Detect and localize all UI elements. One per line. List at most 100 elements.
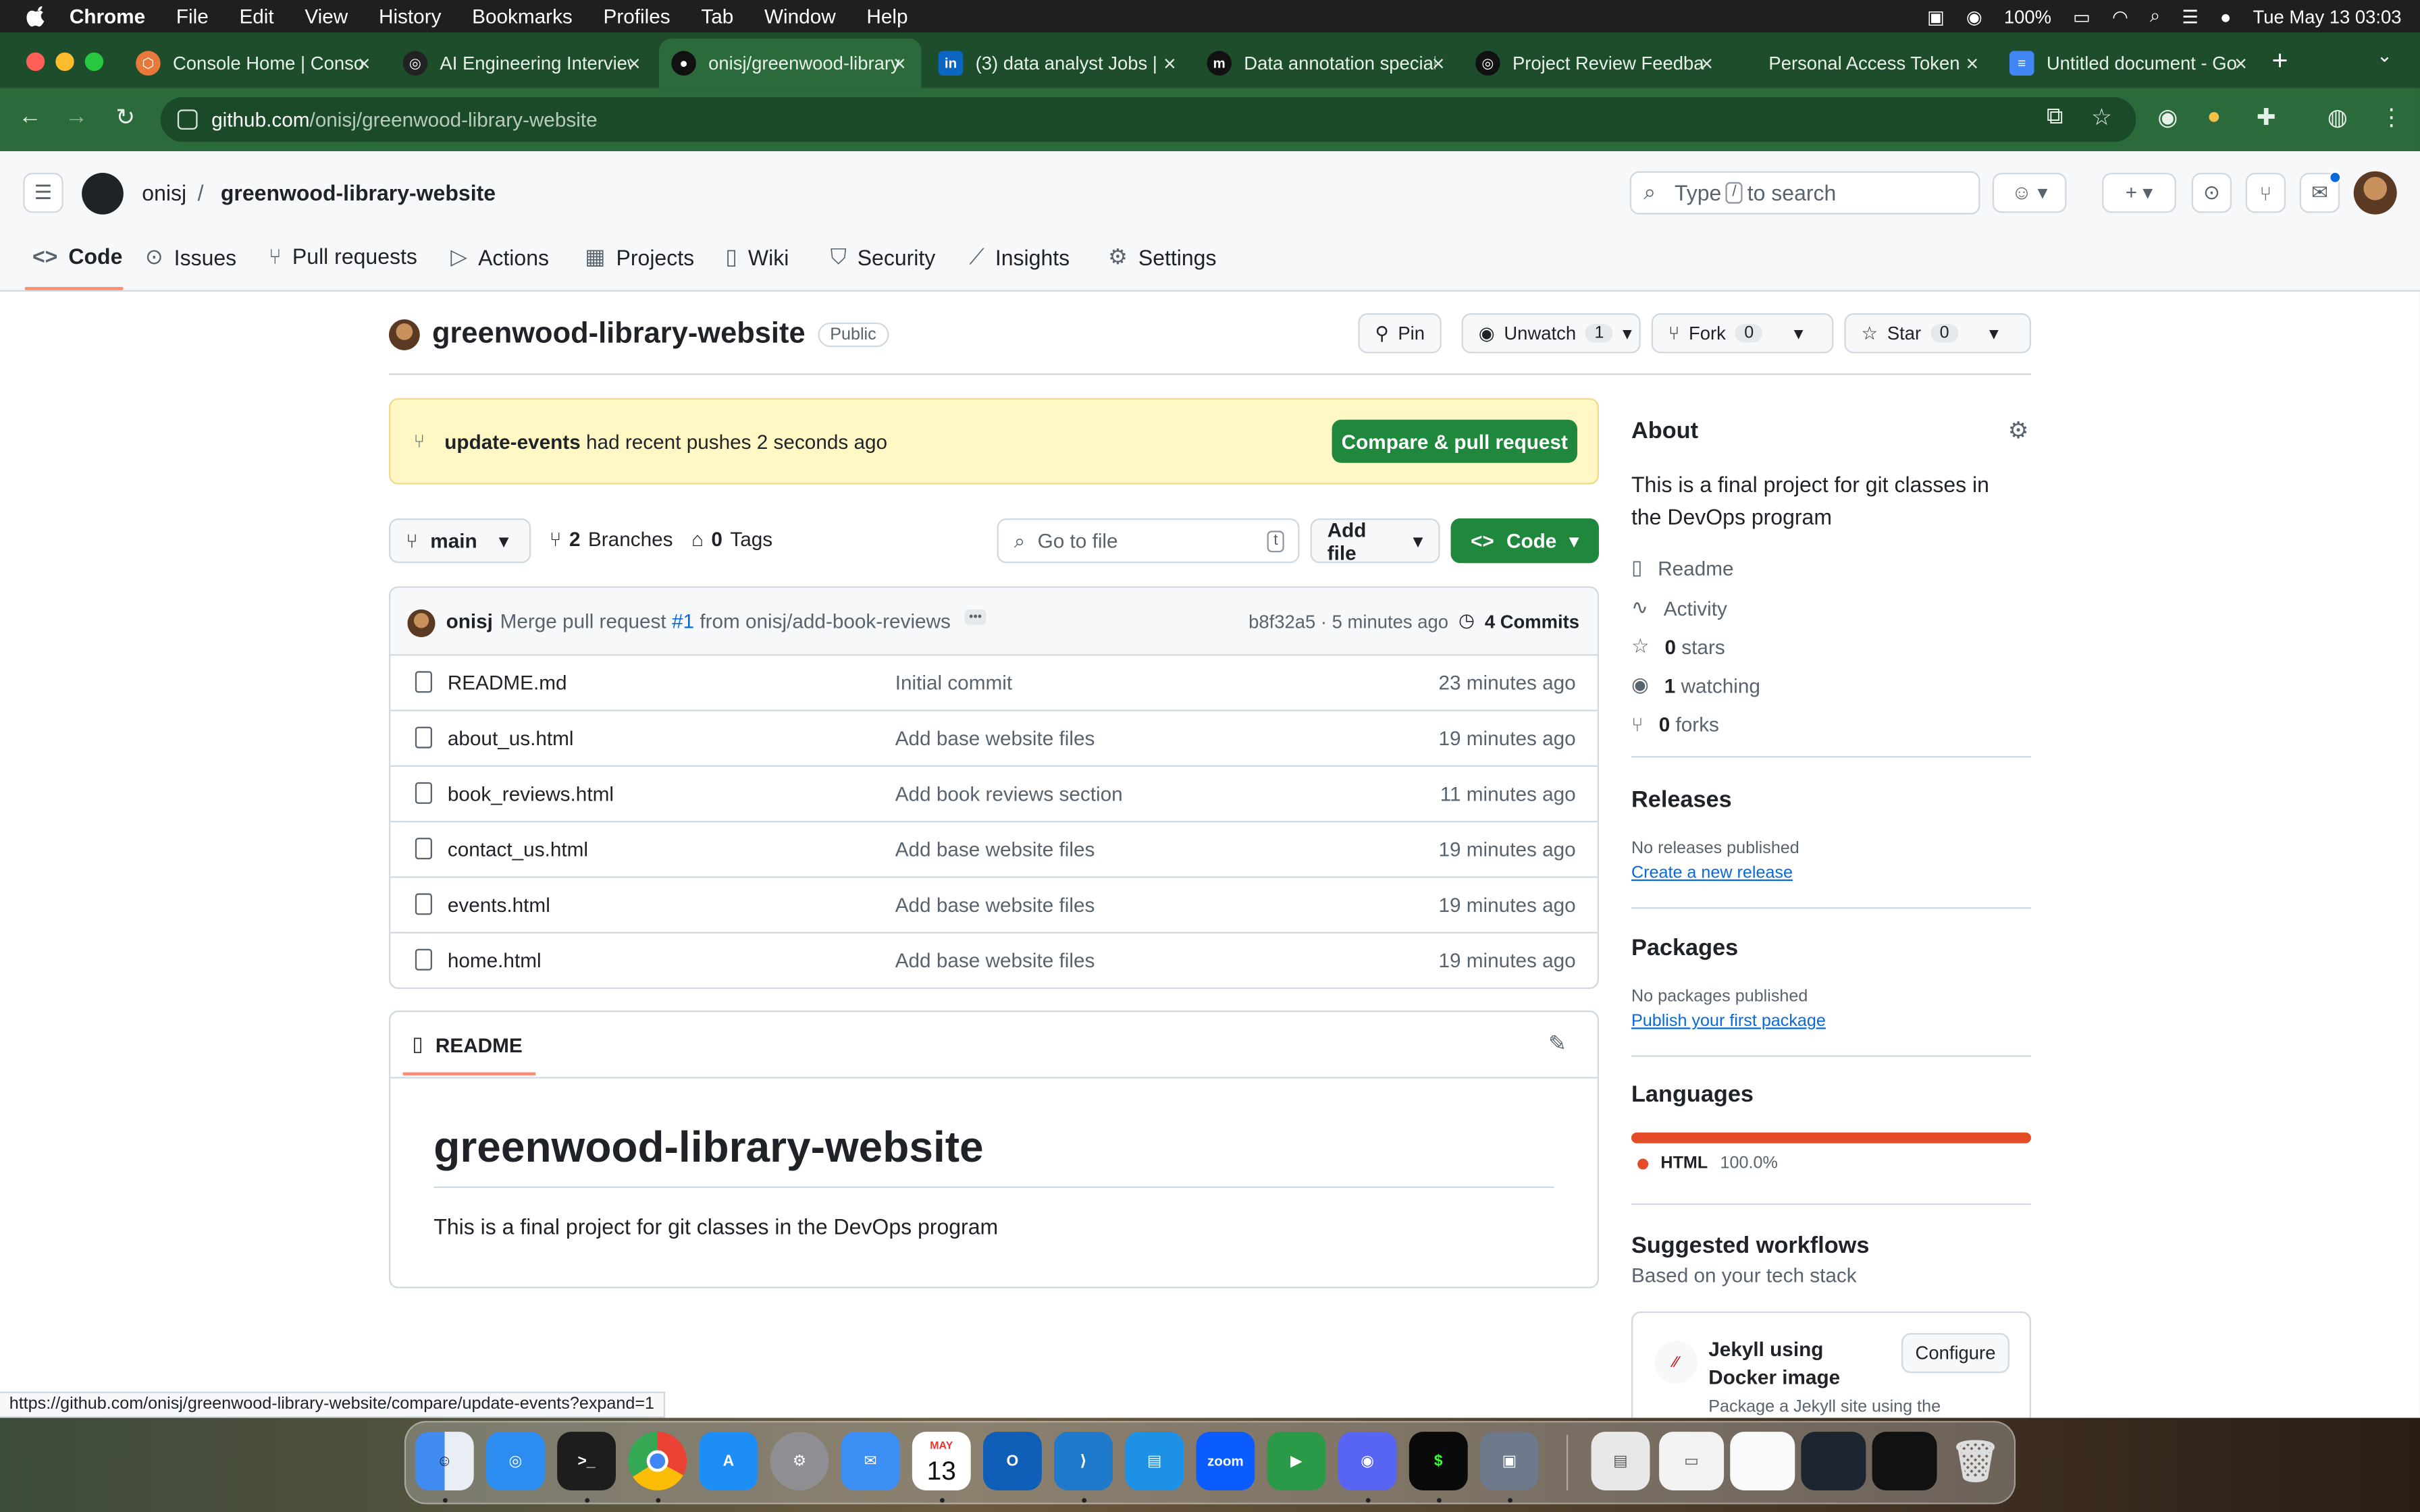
browser-tab[interactable]: m Data annotation specialist ×	[1194, 38, 1460, 88]
user-avatar[interactable]	[2353, 171, 2397, 215]
extension-badge-icon[interactable]: ●	[2207, 103, 2221, 130]
tab-close-icon[interactable]: ×	[358, 51, 371, 76]
siri-icon[interactable]: ●	[2220, 5, 2232, 27]
file-commit-message[interactable]: Add base website files	[895, 838, 1095, 861]
language-entry[interactable]: HTML 100.0%	[1637, 1154, 1778, 1172]
edit-pencil-icon[interactable]: ✎	[1548, 1031, 1567, 1057]
table-row[interactable]: contact_us.html Add base website files 19 …	[390, 822, 1598, 878]
copilot-button[interactable]: ☺ ▾	[1992, 172, 2067, 213]
stars-link[interactable]: ☆ 0 stars	[1631, 634, 1725, 659]
create-new-button[interactable]: + ▾	[2102, 172, 2176, 213]
menu-app-name[interactable]: Chrome	[70, 5, 145, 28]
google-meet-icon[interactable]: ▶	[1267, 1432, 1326, 1490]
terminal-icon[interactable]: >_	[557, 1432, 616, 1490]
window-thumbnail-icon[interactable]	[1801, 1432, 1866, 1490]
vscode-icon[interactable]: ⟩	[1054, 1432, 1113, 1490]
branches-link[interactable]: ⑂ 2 Branches	[550, 528, 673, 551]
chrome-menu-kebab-icon[interactable]: ⋮	[2380, 103, 2403, 131]
menu-file[interactable]: File	[176, 5, 209, 28]
document-thumbnail-icon[interactable]: ▤	[1591, 1432, 1650, 1490]
window-thumbnail-icon[interactable]	[1730, 1432, 1795, 1490]
file-commit-message[interactable]: Add base website files	[895, 727, 1095, 750]
browser-tab[interactable]: ≡ Untitled document - Google Docs ×	[1997, 38, 2263, 88]
menu-edit[interactable]: Edit	[239, 5, 273, 28]
install-app-icon[interactable]: ⧉	[2047, 103, 2063, 130]
grammarly-icon[interactable]: ◉	[1966, 5, 1982, 27]
star-button[interactable]: ☆ Star 0 ▾	[1844, 313, 2031, 354]
github-logo-icon[interactable]	[82, 172, 124, 215]
banner-branch-name[interactable]: update-events	[444, 430, 580, 453]
tab-search-chevron-icon[interactable]: ⌄	[2377, 45, 2392, 66]
file-name[interactable]: README.md	[448, 671, 567, 694]
tab-projects[interactable]: ▦ Projects	[585, 244, 694, 270]
control-center-icon[interactable]: ☰	[2182, 5, 2199, 27]
outlook-icon[interactable]: O	[982, 1432, 1042, 1490]
new-tab-plus-icon[interactable]: +	[2272, 45, 2288, 77]
tab-close-icon[interactable]: ×	[1432, 51, 1445, 76]
tab-insights[interactable]: ⟋ Insights	[969, 244, 1070, 270]
extensions-puzzle-icon[interactable]: ✚	[2257, 103, 2276, 131]
global-search-input[interactable]: ⌕ Type / to search	[1629, 171, 1980, 215]
releases-heading[interactable]: Releases	[1631, 787, 1732, 813]
tab-issues[interactable]: ⊙ Issues	[145, 244, 236, 270]
table-row[interactable]: book_reviews.html Add book reviews sectio…	[390, 767, 1598, 823]
file-commit-message[interactable]: Add base website files	[895, 949, 1095, 972]
file-commit-message[interactable]: Add base website files	[895, 893, 1095, 916]
menu-view[interactable]: View	[305, 5, 348, 28]
safari-icon[interactable]: ◎	[485, 1432, 545, 1490]
mail-icon[interactable]: ✉	[841, 1432, 900, 1490]
docker-icon[interactable]: ▤	[1125, 1432, 1184, 1490]
browser-tab[interactable]: ⬡ Console Home | Console ×	[124, 38, 386, 88]
tab-close-icon[interactable]: ×	[1163, 51, 1176, 76]
browser-tab[interactable]: ◎ Project Review Feedback ×	[1463, 38, 1729, 88]
bookmark-star-icon[interactable]: ☆	[2091, 103, 2112, 131]
tab-security[interactable]: ⛉ Security	[831, 244, 936, 270]
reload-icon[interactable]: ↻	[115, 103, 135, 131]
table-row[interactable]: home.html Add base website files 19 minute…	[390, 934, 1597, 988]
calendar-icon[interactable]: MAY 13	[912, 1432, 971, 1490]
tab-pull-requests[interactable]: ⑂ Pull requests	[269, 244, 417, 269]
file-name[interactable]: about_us.html	[448, 727, 574, 750]
zoom-icon[interactable]: zoom	[1196, 1432, 1255, 1490]
tags-link[interactable]: ⌂ 0 Tags	[691, 528, 772, 551]
commit-message[interactable]: Merge pull request #1 from onisj/add-boo…	[500, 610, 951, 632]
file-name[interactable]: home.html	[448, 949, 542, 972]
publish-package-link[interactable]: Publish your first package	[1631, 1012, 1826, 1030]
tab-actions[interactable]: ▷ Actions	[450, 244, 549, 270]
tab-wiki[interactable]: ▯ Wiki	[725, 244, 789, 270]
menu-window[interactable]: Window	[764, 5, 836, 28]
file-commit-message[interactable]: Add book reviews section	[895, 782, 1123, 805]
commits-count-link[interactable]: 4 Commits	[1485, 611, 1579, 632]
tab-close-icon[interactable]: ×	[2234, 51, 2247, 76]
table-row[interactable]: README.md Initial commit 23 minutes ago	[390, 655, 1598, 711]
configure-button[interactable]: Configure	[1901, 1332, 2009, 1374]
table-row[interactable]: about_us.html Add base website files 19 mi…	[390, 711, 1598, 767]
discord-icon[interactable]: ◉	[1338, 1432, 1397, 1490]
system-settings-icon[interactable]: ⚙	[770, 1432, 829, 1490]
commit-author-avatar[interactable]	[407, 609, 436, 637]
tab-close-icon[interactable]: ×	[893, 51, 906, 76]
readme-link[interactable]: ▯ Readme	[1631, 556, 1734, 580]
unwatch-button[interactable]: ◉ Unwatch 1 ▾	[1461, 313, 1641, 354]
preview-icon[interactable]: ▣	[1479, 1432, 1539, 1490]
issues-icon[interactable]: ⊙	[2191, 172, 2232, 213]
compare-pull-request-button[interactable]: Compare & pull request	[1332, 419, 1577, 463]
browser-tab[interactable]: Personal Access Tokens ×	[1732, 38, 1995, 88]
readme-tab[interactable]: ▯ README	[412, 1032, 522, 1057]
menubar-clock[interactable]: Tue May 13 03:03	[2253, 5, 2401, 27]
profile-avatar-icon[interactable]: ◍	[2327, 103, 2348, 131]
fork-button[interactable]: ⑂ Fork 0 ▾	[1651, 313, 1834, 354]
go-to-file-input[interactable]: ⌕ Go to file t	[997, 518, 1300, 564]
window-zoom-button[interactable]	[84, 52, 104, 72]
wifi-icon[interactable]: ◠	[2112, 5, 2128, 27]
screen-record-icon[interactable]: ▣	[1927, 5, 1945, 27]
about-gear-icon[interactable]: ⚙	[2008, 416, 2029, 444]
pin-button[interactable]: ⚲ Pin	[1358, 313, 1442, 354]
commit-pr-link[interactable]: #1	[672, 610, 694, 632]
forward-arrow-icon[interactable]: →	[65, 103, 88, 130]
forks-link[interactable]: ⑂ 0 forks	[1631, 713, 1719, 736]
code-dropdown-button[interactable]: <> Code ▾	[1450, 518, 1599, 564]
file-name[interactable]: book_reviews.html	[448, 782, 614, 805]
browser-tab[interactable]: in (3) data analyst Jobs | ×	[926, 38, 1191, 88]
file-commit-message[interactable]: Initial commit	[895, 671, 1012, 694]
